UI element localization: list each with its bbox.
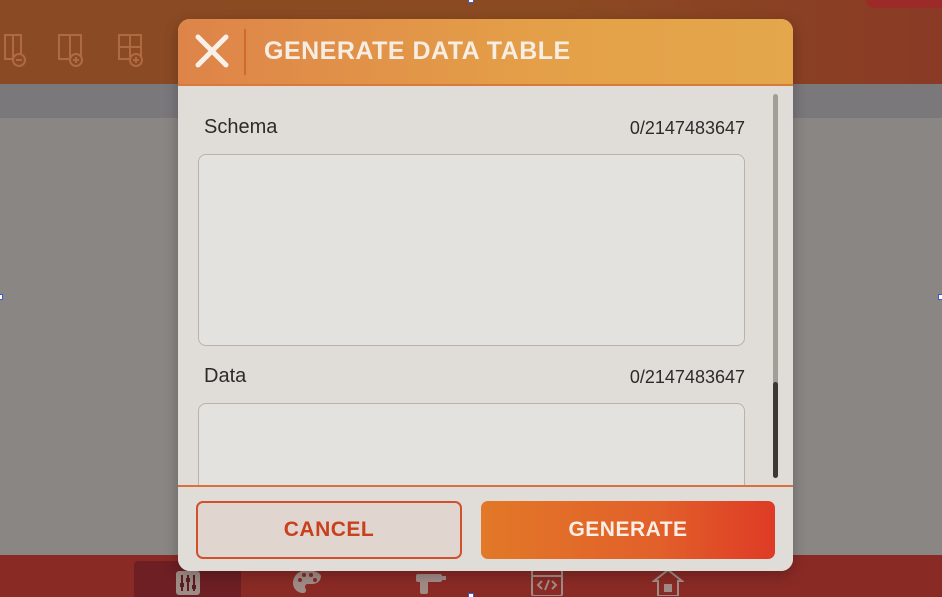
schema-input[interactable]: [198, 154, 745, 346]
header-divider: [244, 29, 246, 75]
generate-data-table-dialog: GENERATE DATA TABLE Schema 0/2147483647 …: [178, 19, 793, 571]
background-corner-tab: [866, 0, 942, 8]
dialog-header: GENERATE DATA TABLE: [178, 19, 793, 86]
resize-handle-right[interactable]: [938, 294, 942, 300]
data-input[interactable]: [198, 403, 745, 485]
code-window-icon: [531, 569, 563, 596]
dialog-scrollbar[interactable]: [773, 94, 778, 478]
dialog-title: GENERATE DATA TABLE: [264, 37, 571, 65]
cancel-button[interactable]: CANCEL: [196, 501, 462, 559]
gun-tool-icon: [416, 574, 446, 594]
scrollbar-thumb[interactable]: [773, 382, 778, 478]
home-icon: [652, 568, 684, 596]
dialog-content: Schema 0/2147483647 Data 0/2147483647: [178, 86, 793, 485]
palette-icon: [293, 570, 321, 593]
schema-label: Schema: [204, 116, 278, 138]
dialog-footer: CANCEL GENERATE: [178, 485, 793, 571]
data-char-counter: 0/2147483647: [629, 367, 745, 387]
table-add-column-icon[interactable]: [56, 32, 86, 68]
table-remove-column-icon[interactable]: [2, 32, 32, 68]
resize-handle-bottom[interactable]: [468, 593, 474, 597]
close-icon[interactable]: [194, 33, 230, 69]
schema-char-counter: 0/2147483647: [629, 118, 745, 138]
resize-handle-top[interactable]: [468, 0, 474, 3]
table-add-row-icon[interactable]: [116, 32, 146, 68]
data-label: Data: [204, 365, 247, 387]
sliders-icon: [175, 571, 200, 595]
resize-handle-left[interactable]: [0, 294, 3, 300]
generate-button[interactable]: GENERATE: [481, 501, 775, 559]
